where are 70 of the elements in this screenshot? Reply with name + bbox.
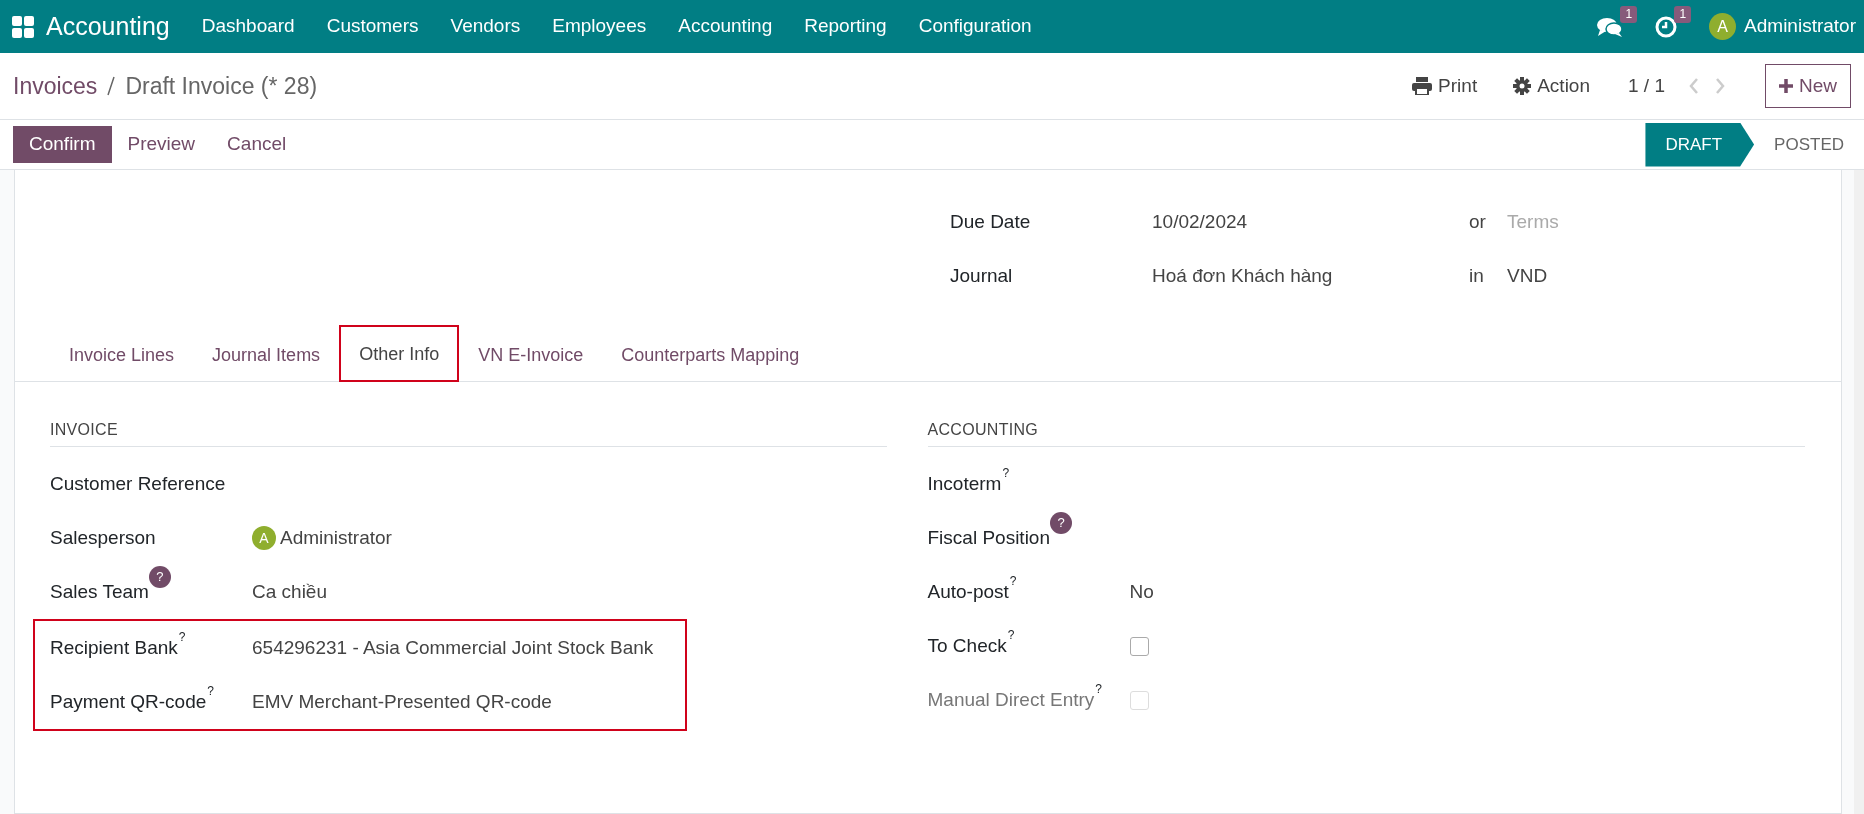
- menu-item[interactable]: Configuration: [902, 12, 1048, 41]
- gear-icon: [1513, 77, 1532, 95]
- field-label: Due Date: [950, 209, 1032, 234]
- menu-item[interactable]: Vendors: [434, 12, 537, 41]
- section-title: INVOICE: [50, 418, 887, 447]
- field-label: Manual Direct Entry: [927, 687, 1095, 712]
- checkbox[interactable]: [1129, 636, 1149, 656]
- user-name[interactable]: Administrator: [1744, 12, 1856, 41]
- field-value[interactable]: No: [1129, 577, 1154, 607]
- menu-item[interactable]: Dashboard: [185, 12, 311, 41]
- action-button[interactable]: Action: [1499, 71, 1604, 101]
- menu-item[interactable]: Reporting: [788, 12, 903, 41]
- field-label: Recipient Bank: [50, 635, 178, 660]
- help-mark[interactable]: ?: [207, 684, 214, 697]
- chevron-right-icon: [1715, 78, 1725, 94]
- chat-icon[interactable]: [1597, 15, 1624, 38]
- tab[interactable]: Journal Items: [193, 325, 340, 382]
- section-title: ACCOUNTING: [927, 418, 1805, 447]
- field-label: To Check: [927, 633, 1007, 658]
- pager-counter: 1 / 1: [1628, 73, 1665, 98]
- tab[interactable]: Counterparts Mapping: [602, 325, 819, 382]
- plus-icon: [1779, 79, 1793, 93]
- menu-item[interactable]: Accounting: [662, 12, 789, 41]
- field-label: Customer Reference: [50, 471, 226, 496]
- help-mark[interactable]: ?: [178, 630, 186, 643]
- notification-badge: 1: [1674, 5, 1692, 24]
- field-label: Salesperson: [50, 525, 156, 550]
- field-connector: or: [1469, 209, 1487, 234]
- menu-item[interactable]: Employees: [536, 12, 663, 41]
- help-mark[interactable]: ?: [1007, 628, 1015, 641]
- field-value[interactable]: Ca chiều: [252, 577, 327, 607]
- field-value[interactable]: EMV Merchant-Presented QR-code: [252, 687, 552, 717]
- apps-menu-icon[interactable]: [12, 15, 34, 38]
- field-value[interactable]: Hoá đơn Khách hàng: [1152, 261, 1469, 291]
- menu-item[interactable]: Customers: [310, 12, 435, 41]
- field-value[interactable]: VND: [1507, 261, 1548, 291]
- field-label: Auto-post: [927, 579, 1009, 604]
- field-label: Incoterm: [927, 471, 1002, 496]
- field-label: Sales Team: [50, 579, 149, 604]
- new-button[interactable]: New: [1765, 63, 1851, 109]
- status-step[interactable]: DRAFT: [1645, 122, 1755, 167]
- help-badge[interactable]: ?: [1050, 511, 1072, 534]
- help-badge[interactable]: ?: [148, 565, 171, 588]
- tab[interactable]: Invoice Lines: [50, 325, 194, 382]
- field-value[interactable]: 10/02/2024: [1152, 207, 1469, 237]
- field-label: Fiscal Position: [927, 525, 1050, 550]
- help-mark[interactable]: ?: [1002, 466, 1010, 479]
- app-title: Accounting: [46, 10, 170, 42]
- print-button[interactable]: Print: [1398, 71, 1492, 101]
- field-connector: in: [1469, 263, 1485, 288]
- scrollbar[interactable]: [1854, 170, 1864, 814]
- tab[interactable]: Other Info: [339, 325, 460, 382]
- action-button[interactable]: Cancel: [211, 126, 303, 163]
- field-label: Journal: [950, 263, 1014, 288]
- breadcrumb-current: Draft Invoice (* 28): [125, 71, 318, 101]
- action-button[interactable]: Confirm: [13, 126, 112, 163]
- action-button[interactable]: Preview: [111, 126, 212, 163]
- slash-icon: [107, 76, 116, 96]
- status-step[interactable]: POSTED: [1754, 122, 1864, 167]
- field-value[interactable]: 654296231 - Asia Commercial Joint Stock Bank: [252, 633, 654, 663]
- user-avatar: A: [252, 526, 276, 550]
- clock-icon[interactable]: [1655, 15, 1678, 38]
- chevron-left-icon: [1689, 78, 1699, 94]
- tab[interactable]: VN E-Invoice: [459, 325, 603, 382]
- field-label: Payment QR-code: [50, 689, 207, 714]
- notification-badge: 1: [1620, 5, 1638, 24]
- help-mark[interactable]: ?: [1009, 574, 1017, 587]
- breadcrumb-link[interactable]: Invoices: [13, 68, 98, 104]
- printer-icon: [1412, 77, 1433, 95]
- field-value[interactable]: Administrator: [280, 523, 392, 553]
